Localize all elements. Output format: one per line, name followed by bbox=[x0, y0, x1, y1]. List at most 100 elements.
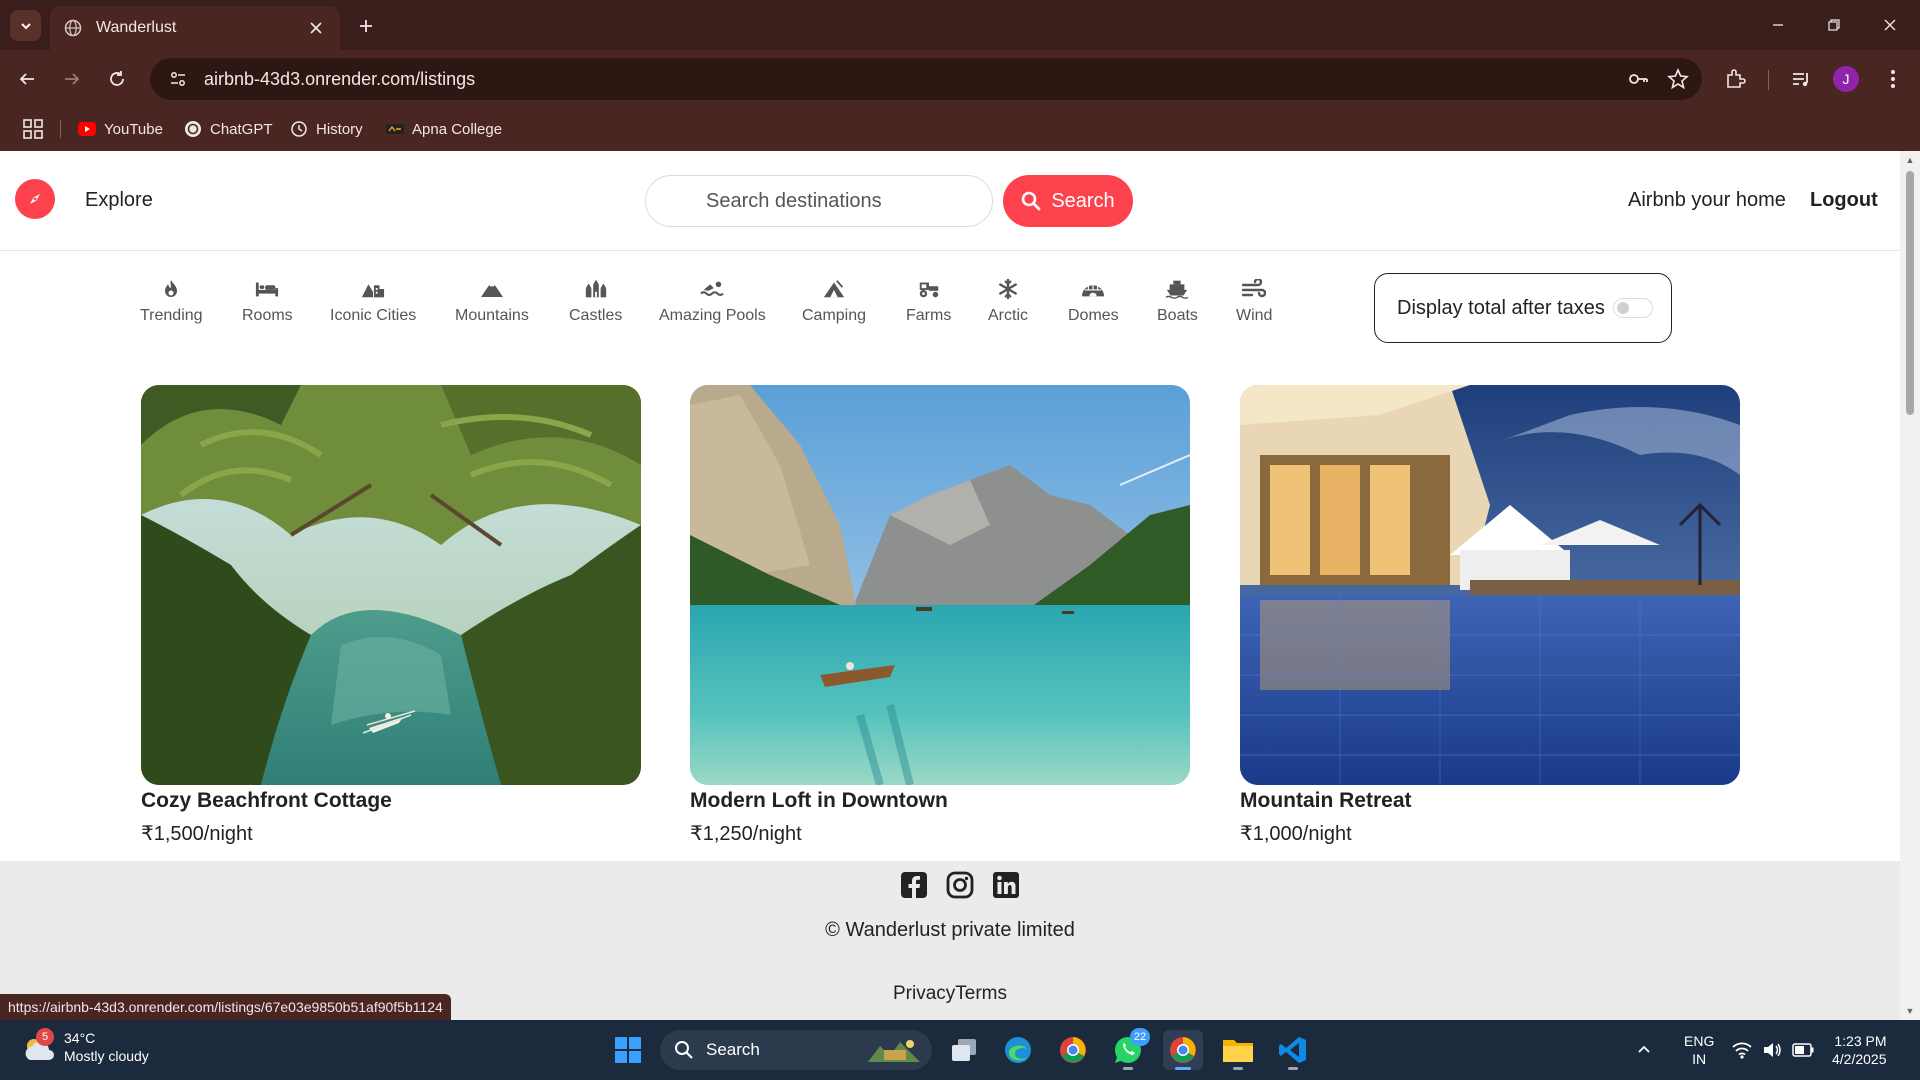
system-tray-icons[interactable] bbox=[1732, 1020, 1814, 1080]
listing-card[interactable]: Cozy Beachfront Cottage ₹1,500/night bbox=[141, 385, 641, 846]
filter-farms[interactable]: Farms bbox=[906, 277, 951, 325]
profile-button[interactable]: J bbox=[1829, 62, 1863, 96]
clock[interactable]: 1:23 PM 4/2/2025 bbox=[1832, 1020, 1887, 1080]
scroll-up-arrow-icon[interactable]: ▲ bbox=[1905, 155, 1915, 165]
scroll-thumb[interactable] bbox=[1906, 171, 1914, 415]
taskbar-search-label: Search bbox=[706, 1040, 760, 1059]
edge-app[interactable] bbox=[998, 1030, 1038, 1070]
listing-price: ₹1,250/night bbox=[690, 823, 802, 845]
history-icon bbox=[290, 120, 308, 138]
filter-label: Camping bbox=[802, 307, 867, 324]
filter-label: Castles bbox=[569, 307, 623, 324]
filter-castles[interactable]: Castles bbox=[569, 277, 622, 325]
listing-title: Modern Loft in Downtown bbox=[690, 789, 948, 812]
filter-wind[interactable]: Wind bbox=[1236, 277, 1272, 325]
volume-icon bbox=[1764, 1043, 1781, 1057]
social-links bbox=[900, 871, 1020, 899]
chrome-window-app[interactable] bbox=[1163, 1030, 1203, 1070]
filter-domes[interactable]: Domes bbox=[1068, 277, 1119, 325]
restore-button[interactable] bbox=[1806, 0, 1862, 50]
filter-iconic-cities[interactable]: Iconic Cities bbox=[330, 277, 416, 325]
filter-trending[interactable]: Trending bbox=[140, 277, 203, 325]
close-window-button[interactable] bbox=[1862, 0, 1918, 50]
scroll-down-arrow-icon[interactable]: ▼ bbox=[1905, 1006, 1915, 1016]
show-hidden-icons[interactable] bbox=[1636, 1020, 1652, 1080]
filter-label: Domes bbox=[1068, 307, 1119, 324]
taskbar-search[interactable]: Search bbox=[660, 1030, 932, 1070]
site-info-icon[interactable] bbox=[166, 67, 190, 91]
filter-boats[interactable]: Boats bbox=[1157, 277, 1198, 325]
bookmark-label: Apna College bbox=[412, 120, 503, 138]
listing-photo[interactable] bbox=[141, 385, 641, 785]
filter-mountains[interactable]: Mountains bbox=[455, 277, 529, 325]
bookmark-youtube[interactable]: YouTube bbox=[78, 116, 163, 142]
search-icon bbox=[1022, 191, 1041, 211]
apps-grid-icon[interactable] bbox=[22, 118, 44, 140]
language-indicator[interactable]: ENG IN bbox=[1684, 1020, 1714, 1080]
linkedin-icon[interactable] bbox=[992, 871, 1020, 899]
task-view-button[interactable] bbox=[944, 1030, 984, 1070]
password-key-icon[interactable] bbox=[1622, 63, 1654, 95]
back-button[interactable] bbox=[10, 62, 44, 96]
campground-icon bbox=[822, 277, 846, 301]
tab-title: Wanderlust bbox=[96, 19, 177, 36]
tab-search-button[interactable] bbox=[10, 10, 41, 41]
listing-card[interactable]: Modern Loft in Downtown ₹1,250/night bbox=[690, 385, 1190, 846]
page-scrollbar[interactable]: ▲ ▼ bbox=[1900, 151, 1920, 1020]
bookmark-chatgpt[interactable]: ChatGPT bbox=[184, 116, 273, 142]
fire-icon bbox=[159, 277, 183, 301]
whatsapp-app[interactable]: 22 bbox=[1108, 1028, 1150, 1070]
chrome-icon bbox=[1060, 1037, 1086, 1063]
search-button[interactable]: Search bbox=[1003, 175, 1133, 227]
filter-camping[interactable]: Camping bbox=[802, 277, 866, 325]
explore-link[interactable]: Explore bbox=[85, 189, 153, 212]
filter-label: Rooms bbox=[242, 307, 293, 324]
listing-photo[interactable] bbox=[690, 385, 1190, 785]
tax-toggle[interactable]: Display total after taxes bbox=[1374, 273, 1672, 343]
link-status-bubble: https://airbnb-43d3.onrender.com/listing… bbox=[0, 994, 451, 1020]
vscode-app[interactable] bbox=[1273, 1030, 1313, 1070]
filter-amazing-pools[interactable]: Amazing Pools bbox=[659, 277, 766, 325]
snowflake-icon bbox=[996, 277, 1020, 301]
filter-rooms[interactable]: Rooms bbox=[242, 277, 293, 325]
logout-link[interactable]: Logout bbox=[1810, 189, 1878, 212]
search-button-label: Search bbox=[1051, 189, 1115, 212]
airbnb-your-home-link[interactable]: Airbnb your home bbox=[1628, 189, 1786, 212]
start-button[interactable] bbox=[608, 1030, 648, 1070]
listing-card[interactable]: Mountain Retreat ₹1,000/night bbox=[1240, 385, 1740, 846]
bookmark-history[interactable]: History bbox=[290, 116, 363, 142]
minimize-button[interactable] bbox=[1750, 0, 1806, 50]
extensions-button[interactable] bbox=[1718, 62, 1752, 96]
new-tab-button[interactable] bbox=[352, 12, 380, 40]
instagram-icon[interactable] bbox=[946, 871, 974, 899]
search-input[interactable]: Search destinations bbox=[645, 175, 993, 227]
mountain-icon bbox=[480, 277, 504, 301]
media-controls-button[interactable] bbox=[1784, 62, 1818, 96]
bookmark-star-icon[interactable] bbox=[1662, 63, 1694, 95]
browser-tab[interactable]: Wanderlust bbox=[50, 6, 340, 50]
language-code: ENG bbox=[1684, 1033, 1715, 1049]
tax-switch[interactable] bbox=[1613, 298, 1653, 318]
chevron-down-icon bbox=[20, 22, 31, 29]
filter-arctic[interactable]: Arctic bbox=[988, 277, 1028, 325]
forward-button[interactable] bbox=[55, 62, 89, 96]
listing-photo[interactable] bbox=[1240, 385, 1740, 785]
logo[interactable] bbox=[15, 179, 55, 219]
bookmark-apna-college[interactable]: Apna College bbox=[386, 116, 502, 142]
browser-menu-button[interactable] bbox=[1876, 62, 1910, 96]
bed-icon bbox=[255, 277, 279, 301]
ship-icon bbox=[1165, 277, 1189, 301]
reload-icon bbox=[110, 71, 124, 86]
file-explorer-app[interactable] bbox=[1218, 1030, 1258, 1070]
address-bar[interactable]: airbnb-43d3.onrender.com/listings bbox=[150, 58, 1702, 100]
apna-college-icon bbox=[386, 120, 404, 138]
facebook-icon[interactable] bbox=[900, 871, 928, 899]
reload-button[interactable] bbox=[100, 62, 134, 96]
chrome-app[interactable] bbox=[1053, 1030, 1093, 1070]
page-viewport: Explore Search destinations Search Airbn… bbox=[0, 151, 1900, 1020]
igloo-icon bbox=[1081, 277, 1105, 301]
filter-label: Boats bbox=[1157, 307, 1198, 324]
weather-widget[interactable]: 5 34°C Mostly cloudy bbox=[20, 1028, 149, 1066]
close-tab-icon[interactable] bbox=[306, 18, 326, 38]
plus-icon bbox=[360, 20, 372, 32]
